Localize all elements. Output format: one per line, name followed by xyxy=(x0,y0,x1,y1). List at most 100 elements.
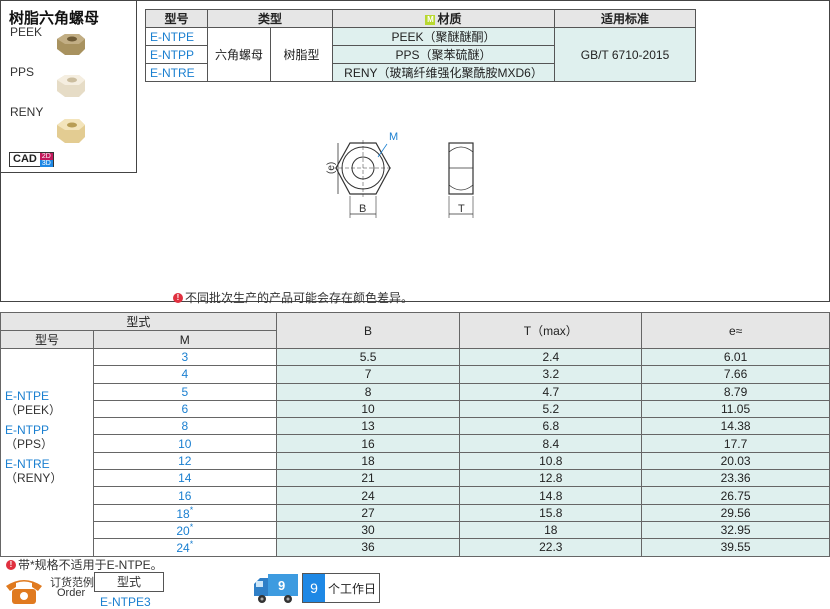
product-panel: 树脂六角螺母 PEEK PPS RENY CAD 2D 3D xyxy=(1,1,137,173)
delivery-days-number: 9 xyxy=(303,574,325,602)
dims-row: 20* 30 18 32.95 xyxy=(1,520,830,540)
material-chip-icon: M xyxy=(425,15,436,25)
dims-cell-b: 10 xyxy=(275,399,461,419)
dims-cell-e: 29.56 xyxy=(641,503,830,522)
dims-cell-e: 7.66 xyxy=(641,365,830,384)
dims-model-code[interactable]: E-NTRE xyxy=(5,457,93,471)
dims-row: 8 13 6.8 14.38 xyxy=(1,417,830,436)
dims-cell-b: 24 xyxy=(275,486,461,505)
cad-2d-badge[interactable]: 2D xyxy=(39,152,53,160)
spec-material: RENY（玻璃纤维强化聚酰胺MXD6） xyxy=(332,63,555,82)
order-type-box: 型式 xyxy=(94,572,164,592)
color-notice-text: 不同批次生产的产品可能会存在颜色差异。 xyxy=(185,291,414,305)
cad-3d-badge[interactable]: 3D xyxy=(39,159,53,167)
drawing-label-t: T xyxy=(458,203,465,215)
order-label-en: Order xyxy=(57,587,86,599)
dims-cell-m[interactable]: 14 xyxy=(92,469,277,488)
dims-row: 16 24 14.8 26.75 xyxy=(1,486,830,505)
dims-row: 14 21 12.8 23.36 xyxy=(1,469,830,488)
nut-reny-image xyxy=(57,119,85,143)
dims-cell-t: 14.8 xyxy=(459,486,643,505)
dims-cell-b: 21 xyxy=(275,469,461,488)
spec-model-code[interactable]: E-NTPP xyxy=(145,45,208,64)
dims-cell-m[interactable]: 16 xyxy=(92,486,277,505)
dims-cell-e: 23.36 xyxy=(641,469,830,488)
dims-cell-e: 14.38 xyxy=(641,417,830,436)
dims-cell-m[interactable]: 3 xyxy=(92,347,277,367)
dims-cell-star: * xyxy=(189,504,194,515)
dims-model-code[interactable]: E-NTPP xyxy=(5,423,93,437)
dims-cell-b: 13 xyxy=(275,417,461,436)
spec-model-code[interactable]: E-NTRE xyxy=(145,63,208,82)
dims-cell-m[interactable]: 6 xyxy=(92,399,277,419)
dims-cell-t: 3.2 xyxy=(459,365,643,384)
dims-row: 18* 27 15.8 29.56 xyxy=(1,503,830,522)
material-label-reny: RENY xyxy=(10,105,44,119)
dims-cell-t: 18 xyxy=(459,520,643,540)
spec-standard: GB/T 6710-2015 xyxy=(554,27,696,82)
dims-cell-t: 5.2 xyxy=(459,399,643,419)
dims-model-material: （PEEK） xyxy=(5,403,62,417)
dims-cell-e: 8.79 xyxy=(641,382,830,401)
material-label-pps: PPS xyxy=(10,65,35,79)
cad-dimension-badges: 2D 3D xyxy=(39,152,53,167)
dims-cell-star: * xyxy=(189,539,194,550)
dims-model-group: E-NTPP （PPS） xyxy=(5,423,93,451)
dims-cell-e: 20.03 xyxy=(641,451,830,471)
dims-cell-m[interactable]: 24* xyxy=(92,538,277,557)
spec-type-sub: 树脂型 xyxy=(270,27,333,82)
dims-model-list: E-NTPE （PEEK） E-NTPP （PPS） E-NTRE （RENY） xyxy=(0,348,94,557)
dims-cell-t: 22.3 xyxy=(459,538,643,557)
dims-row: 10 16 8.4 17.7 xyxy=(1,434,830,453)
dims-header-b: B xyxy=(275,312,461,349)
material-label-peek: PEEK xyxy=(10,25,43,39)
spec-material: PEEK（聚醚醚酮） xyxy=(332,27,555,46)
delivery-days-box: 9 个工作日 xyxy=(302,573,381,603)
cad-badge[interactable]: CAD 2D 3D xyxy=(9,152,54,167)
dims-cell-e: 11.05 xyxy=(641,399,830,419)
dims-cell-b: 7 xyxy=(275,365,461,384)
spec-header-standard: 适用标准 xyxy=(554,9,696,28)
dims-cell-b: 30 xyxy=(275,520,461,540)
color-notice: ! 不同批次生产的产品可能会存在颜色差异。 xyxy=(173,289,413,306)
spec-header-type: 类型 xyxy=(207,9,333,28)
dims-cell-t: 6.8 xyxy=(459,417,643,436)
drawing-label-e: (e) xyxy=(326,162,337,174)
dims-cell-t: 12.8 xyxy=(459,469,643,488)
cad-label: CAD xyxy=(13,153,37,165)
spec-header-model: 型号 xyxy=(145,9,208,28)
svg-text:9: 9 xyxy=(278,578,285,593)
nut-pps-image xyxy=(57,75,85,97)
dims-cell-m[interactable]: 8 xyxy=(92,417,277,436)
dims-cell-m[interactable]: 5 xyxy=(92,382,277,401)
dims-model-code[interactable]: E-NTPE xyxy=(5,389,93,403)
spec-type-main: 六角螺母 xyxy=(207,27,271,82)
dims-cell-m[interactable]: 18* xyxy=(92,503,277,522)
order-example: 订货范例 Order 型式 E-NTPE3 xyxy=(0,571,240,609)
dims-header-t: T（max） xyxy=(459,312,643,349)
dims-header-model: 型号 xyxy=(0,330,94,349)
dims-row: 24* 36 22.3 39.55 xyxy=(1,538,830,557)
spec-material: PPS（聚苯硫醚） xyxy=(332,45,555,64)
dims-row: 5 8 4.7 8.79 xyxy=(1,382,830,401)
dims-cell-m[interactable]: 20* xyxy=(92,520,277,540)
dimensions-table: 型式 B T（max） e≈ 型号 M E-NTPE （PEEK） E-NTPP （P… xyxy=(0,312,830,557)
spec-model-code[interactable]: E-NTPE xyxy=(145,27,208,46)
dims-cell-m[interactable]: 12 xyxy=(92,451,277,471)
spec-table: 型号 类型 M 材质 适用标准 E-NTPE 六角螺母 树脂型 PEEK（聚醚醚酮… xyxy=(145,9,696,82)
dims-row: 12 18 10.8 20.03 xyxy=(1,451,830,471)
delivery-days-label: 个工作日 xyxy=(328,581,377,596)
dims-cell-t: 15.8 xyxy=(459,503,643,522)
product-overview-frame: 树脂六角螺母 PEEK PPS RENY CAD 2D 3D 型号 类型 M 材… xyxy=(0,0,830,305)
delivery-truck-icon: 9 xyxy=(254,574,298,603)
order-example-code[interactable]: E-NTPE3 xyxy=(100,595,151,609)
dims-cell-t: 4.7 xyxy=(459,382,643,401)
dims-cell-b: 18 xyxy=(275,451,461,471)
dims-cell-e: 17.7 xyxy=(641,434,830,453)
dims-cell-b: 8 xyxy=(275,382,461,401)
dims-cell-m[interactable]: 4 xyxy=(92,365,277,384)
warning-icon: ! xyxy=(6,559,16,570)
dims-cell-b: 36 xyxy=(275,538,461,557)
dims-cell-m[interactable]: 10 xyxy=(92,434,277,453)
dims-cell-star: * xyxy=(189,522,194,533)
